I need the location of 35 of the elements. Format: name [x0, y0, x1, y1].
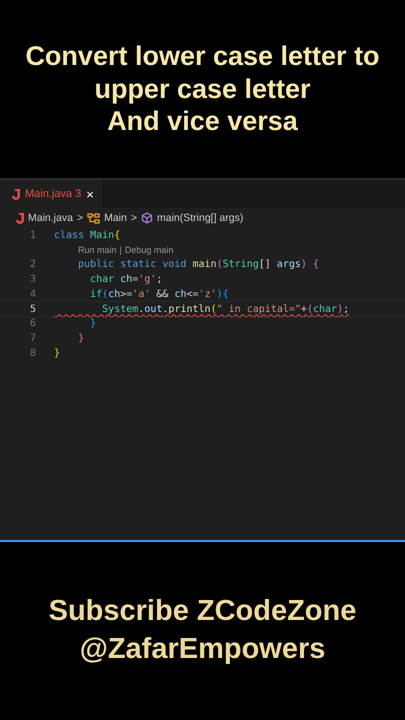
caption-line: And vice versa [107, 105, 298, 138]
code-line: class Main{ [54, 230, 120, 241]
code-line: } [89, 318, 96, 330]
cube-icon [141, 212, 153, 224]
java-file-icon [12, 188, 20, 200]
codelens-link[interactable]: Debug main [124, 245, 174, 256]
close-icon[interactable]: × [86, 186, 94, 202]
line-number: 6 [28, 318, 37, 330]
caption-line: @ZafarEmpowers [80, 632, 326, 667]
caption-line: upper case letter [94, 72, 311, 106]
breadcrumb-item[interactable]: Main [104, 212, 127, 224]
java-file-icon [16, 212, 24, 224]
class-icon [87, 212, 100, 224]
caption-line: Convert lower case letter to [25, 40, 380, 73]
line-number: 5 [28, 304, 37, 315]
code-line: public static void main(String[] args) { [77, 259, 319, 270]
separator: | [120, 245, 122, 256]
codelens-link[interactable]: Run main [78, 245, 117, 256]
caption-line: Subscribe ZCodeZone [48, 594, 356, 630]
line-number: 3 [28, 274, 37, 286]
line-number: 2 [28, 259, 37, 270]
chevron-icon: > [76, 212, 84, 224]
code-line: if(ch>='a' && ch<='z'){ [89, 288, 229, 300]
breadcrumb-item[interactable]: main(String[] args) [157, 212, 244, 224]
line-number: 8 [28, 348, 37, 359]
line-number: 7 [28, 333, 37, 344]
code-line: } [54, 348, 60, 359]
chevron-icon: > [130, 212, 137, 224]
code-line: } [77, 333, 84, 344]
breadcrumb-item[interactable]: Main.java [28, 212, 73, 224]
editor-tab[interactable]: Main.java 3 × [0, 180, 102, 208]
code-line: System.out.println(" in capital="+(char); [101, 304, 350, 315]
code-line: char ch='g'; [89, 274, 162, 286]
line-number: 1 [28, 230, 37, 241]
line-number: 4 [28, 288, 37, 300]
